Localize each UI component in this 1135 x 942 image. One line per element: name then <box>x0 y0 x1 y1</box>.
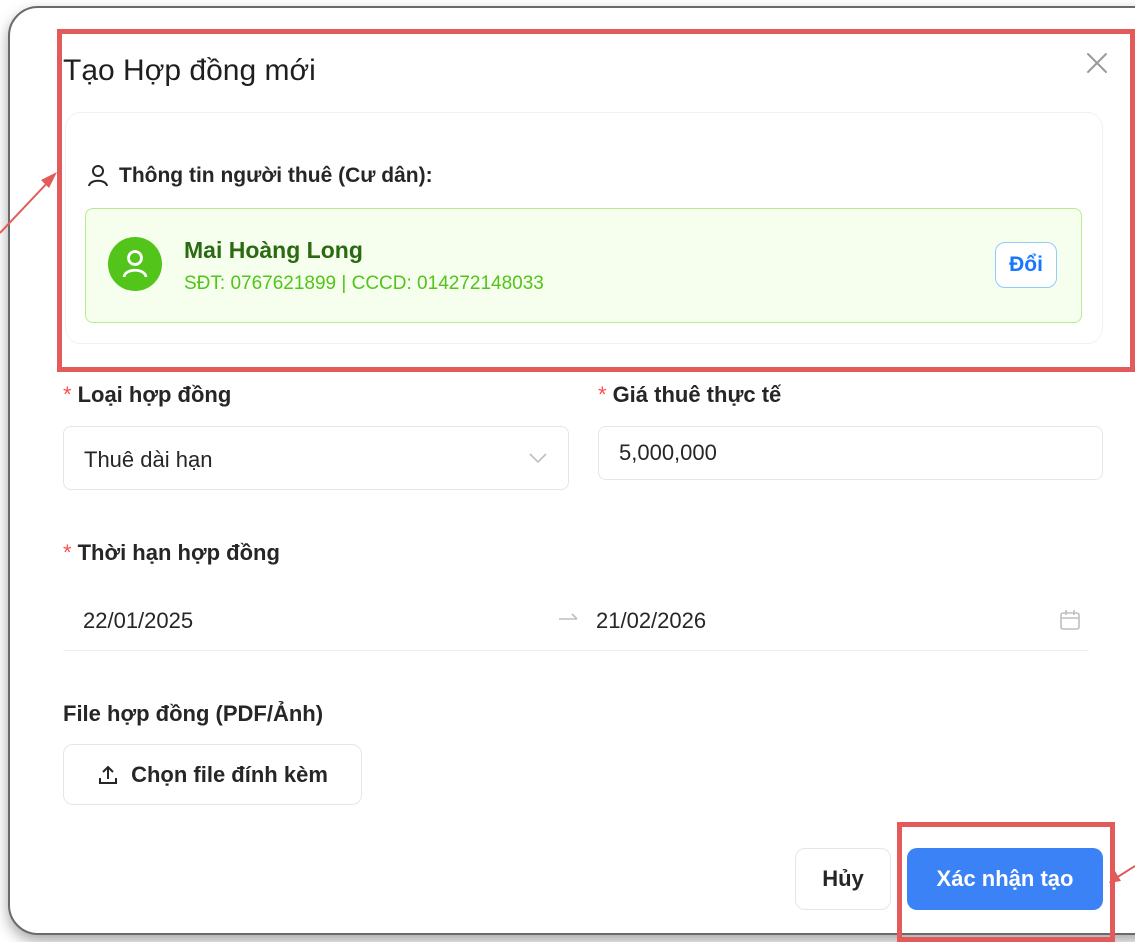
tenant-heading-label: Thông tin người thuê (Cư dân): <box>119 164 433 187</box>
rent-price-label-text: Giá thuê thực tế <box>612 382 782 407</box>
calendar-icon[interactable] <box>1058 608 1082 632</box>
user-icon <box>122 250 148 278</box>
contract-type-label: * Loại hợp đồng <box>63 382 231 408</box>
required-marker: * <box>63 382 72 407</box>
duration-label-text: Thời hạn hợp đồng <box>77 540 280 565</box>
user-icon <box>88 165 108 187</box>
tenant-name: Mai Hoàng Long <box>184 237 363 263</box>
close-icon <box>1087 53 1107 73</box>
arrow-right-icon <box>559 613 578 620</box>
choose-file-button[interactable]: Chọn file đính kèm <box>63 744 362 805</box>
contract-type-label-text: Loại hợp đồng <box>77 382 232 407</box>
confirm-create-button[interactable]: Xác nhận tạo <box>907 848 1103 910</box>
close-button[interactable] <box>1082 48 1112 78</box>
contract-date-range: 22/01/2025 21/02/2026 <box>63 590 1089 651</box>
rent-price-label: * Giá thuê thực tế <box>598 382 781 408</box>
contract-type-value: Thuê dài hạn <box>84 447 213 472</box>
upload-icon <box>99 765 118 784</box>
contract-type-select[interactable]: Thuê dài hạn <box>63 426 569 490</box>
required-marker: * <box>63 540 72 565</box>
rent-price-input[interactable] <box>598 426 1103 480</box>
duration-label: * Thời hạn hợp đồng <box>63 540 280 566</box>
start-date-input[interactable]: 22/01/2025 <box>83 608 193 634</box>
tenant-heading: Thông tin người thuê (Cư dân): <box>87 164 433 188</box>
avatar <box>108 237 162 291</box>
change-tenant-button[interactable]: Đổi <box>995 242 1057 288</box>
file-label: File hợp đồng (PDF/Ảnh) <box>63 701 324 726</box>
choose-file-label: Chọn file đính kèm <box>131 761 328 787</box>
tenant-contact-info: SĐT: 0767621899 | CCCD: 014272148033 <box>184 273 544 294</box>
selected-tenant-box <box>85 208 1082 323</box>
cancel-button[interactable]: Hủy <box>795 848 891 910</box>
chevron-down-icon <box>529 453 547 464</box>
modal-title: Tạo Hợp đồng mới <box>63 54 316 87</box>
end-date-input[interactable]: 21/02/2026 <box>596 608 706 634</box>
required-marker: * <box>598 382 607 407</box>
